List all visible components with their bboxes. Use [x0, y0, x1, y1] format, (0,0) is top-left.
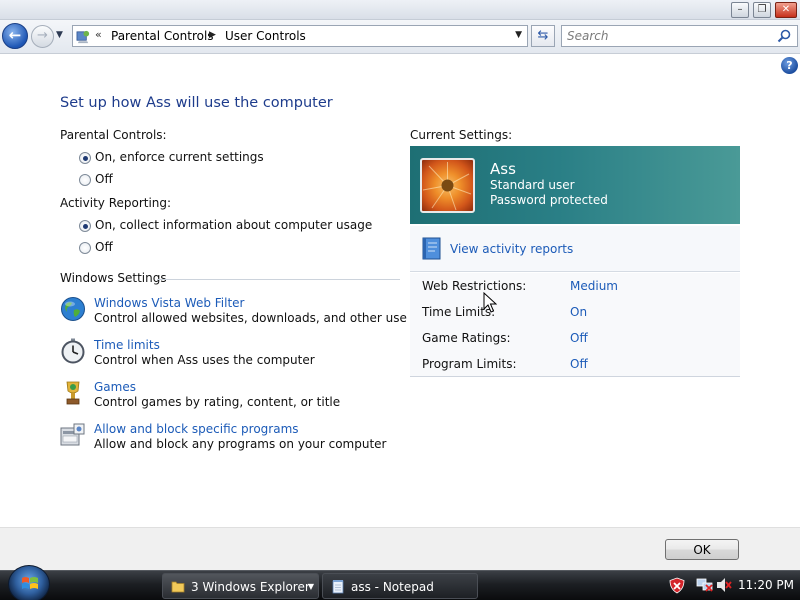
restrictions-summary: Web Restrictions: Medium Time Limits: On… [410, 273, 740, 377]
close-button[interactable]: ✕ [775, 2, 797, 18]
user-card: Ass Standard user Password protected [410, 146, 740, 224]
radio-label: On, collect information about computer u… [95, 218, 373, 232]
refresh-button[interactable]: ⇆ [531, 25, 555, 47]
help-icon[interactable]: ? [781, 57, 798, 74]
programs-link[interactable]: Allow and block specific programs [94, 422, 299, 436]
radio-indicator[interactable] [79, 220, 91, 232]
ok-button[interactable]: OK [665, 539, 739, 560]
dialog-button-bar: OK [0, 527, 800, 570]
avatar [420, 158, 475, 213]
password-status: Password protected [490, 193, 608, 207]
address-bar[interactable]: « Parental Controls ▶ User Controls ▼ [72, 25, 528, 47]
radio-indicator[interactable] [79, 152, 91, 164]
programs-icon [60, 423, 85, 446]
forward-button[interactable]: → [31, 25, 54, 48]
breadcrumb-user-controls[interactable]: User Controls [225, 29, 306, 43]
games-link[interactable]: Games [94, 380, 136, 394]
globe-icon [61, 297, 85, 321]
restriction-value-link[interactable]: Medium [570, 279, 618, 293]
current-settings-heading: Current Settings: [410, 128, 513, 142]
radio-indicator[interactable] [79, 242, 91, 254]
radio-label: Off [95, 240, 113, 254]
address-dropdown-arrow[interactable]: ▼ [515, 30, 522, 40]
user-name: Ass [490, 160, 516, 178]
page-title: Set up how Ass will use the computer [60, 95, 333, 111]
folder-icon [171, 581, 185, 593]
radio-indicator[interactable] [79, 174, 91, 186]
search-input[interactable] [561, 25, 798, 47]
restriction-value-link[interactable]: Off [570, 331, 588, 345]
minimize-button[interactable]: – [731, 2, 749, 18]
windows-settings-heading: Windows Settings [60, 271, 167, 285]
account-type: Standard user [490, 178, 575, 192]
mouse-cursor-icon [483, 292, 497, 313]
flower-icon [422, 162, 472, 211]
taskbar-item-label: 3 Windows Explorer [191, 580, 310, 594]
address-overflow-chevron[interactable]: « [95, 28, 102, 41]
programs-description: Allow and block any programs on your com… [94, 437, 387, 451]
web-filter-link[interactable]: Windows Vista Web Filter [94, 296, 244, 310]
restriction-row: Program Limits: Off [410, 351, 740, 377]
clock-icon [61, 338, 85, 364]
web-filter-description: Control allowed websites, downloads, and… [94, 311, 407, 325]
title-bar: – ❐ ✕ [0, 0, 800, 20]
activity-reporting-label: Activity Reporting: [60, 196, 172, 210]
system-clock[interactable]: 11:20 PM [738, 578, 794, 592]
time-limits-setting: Time limits Control when Ass uses the co… [60, 338, 400, 374]
activity-reports-section: View activity reports [410, 226, 740, 272]
programs-setting: Allow and block specific programs Allow … [60, 422, 400, 458]
restriction-value-link[interactable]: On [570, 305, 587, 319]
games-description: Control games by rating, content, or tit… [94, 395, 341, 409]
volume-muted-icon[interactable] [716, 577, 732, 593]
windows-logo-icon [22, 577, 38, 589]
recent-pages-dropdown[interactable]: ▼ [56, 30, 63, 40]
back-button[interactable]: ← [2, 23, 28, 49]
refresh-icon: ⇆ [537, 28, 549, 43]
restriction-label: Program Limits: [422, 357, 517, 371]
games-setting: Games Control games by rating, content, … [60, 380, 400, 416]
restriction-row: Game Ratings: Off [410, 325, 740, 351]
forward-arrow-icon: → [37, 28, 48, 43]
network-icon[interactable] [696, 577, 714, 593]
search-icon[interactable] [777, 29, 791, 43]
parental-controls-label: Parental Controls: [60, 128, 167, 142]
restriction-label: Web Restrictions: [422, 279, 527, 293]
restriction-label: Game Ratings: [422, 331, 511, 345]
chevron-down-icon: ▼ [307, 582, 314, 591]
security-alert-icon[interactable] [669, 577, 685, 594]
back-arrow-icon: ← [8, 26, 22, 44]
maximize-button[interactable]: ❐ [753, 2, 771, 18]
time-limits-link[interactable]: Time limits [94, 338, 160, 352]
start-button[interactable] [8, 565, 50, 600]
restriction-row: Time Limits: On [410, 299, 740, 325]
taskbar: 3 Windows Explorer ▼ ass - Notepad 11:20… [0, 565, 800, 600]
breadcrumb-parental-controls[interactable]: Parental Controls [111, 29, 214, 43]
taskbar-explorer-group[interactable]: 3 Windows Explorer ▼ [162, 573, 319, 599]
taskbar-notepad[interactable]: ass - Notepad [322, 573, 478, 599]
breadcrumb-separator-arrow[interactable]: ▶ [209, 30, 216, 40]
navigation-bar: ← → ▼ « Parental Controls ▶ User Control… [0, 20, 800, 54]
web-filter-setting: Windows Vista Web Filter Control allowed… [60, 296, 407, 332]
section-divider [157, 279, 400, 280]
report-icon [422, 237, 441, 260]
restriction-row: Web Restrictions: Medium [410, 273, 740, 299]
trophy-icon [66, 381, 80, 405]
radio-label: Off [95, 172, 113, 186]
restriction-value-link[interactable]: Off [570, 357, 588, 371]
time-limits-description: Control when Ass uses the computer [94, 353, 315, 367]
radio-label: On, enforce current settings [95, 150, 264, 164]
control-panel-icon [76, 30, 90, 44]
view-activity-reports-link[interactable]: View activity reports [450, 242, 573, 256]
notepad-icon [332, 580, 344, 594]
taskbar-item-label: ass - Notepad [351, 580, 434, 594]
